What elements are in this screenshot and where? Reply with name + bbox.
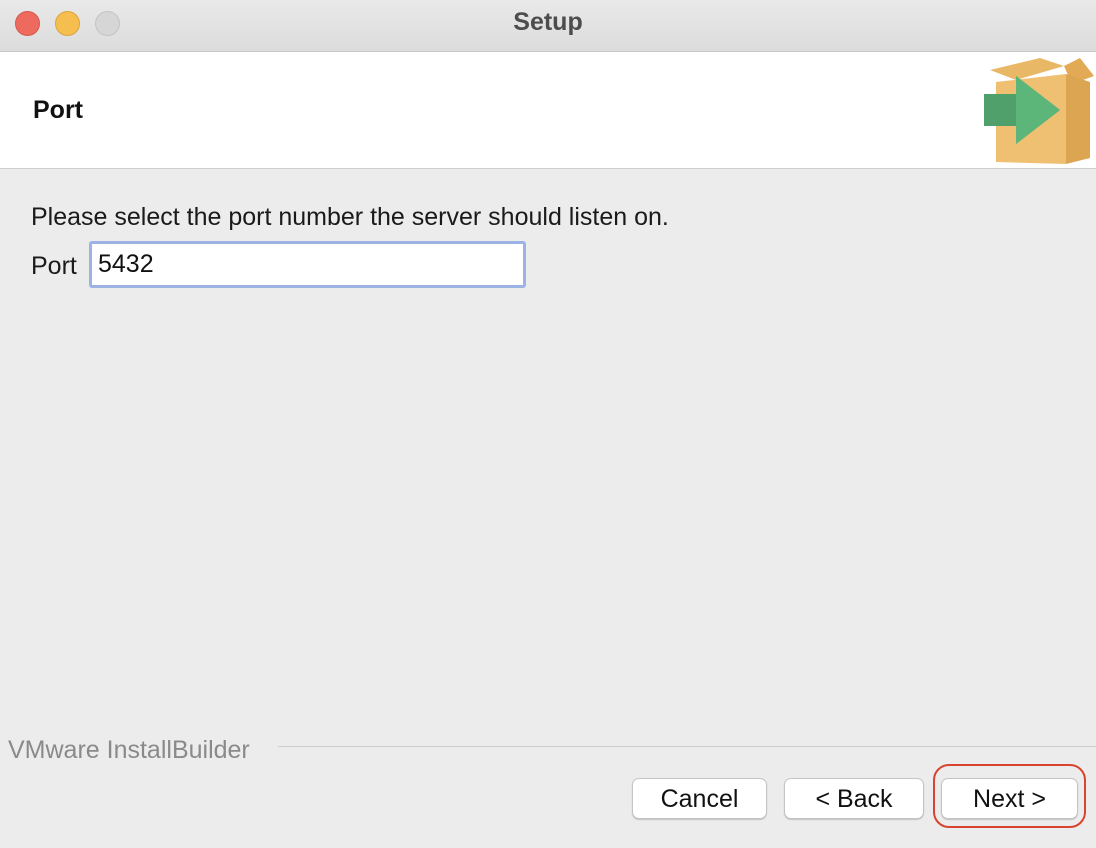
setup-window: Setup Port Please select the port number… (0, 0, 1096, 848)
window-title: Setup (513, 8, 583, 36)
back-button[interactable]: < Back (784, 778, 924, 819)
title-bar: Setup (0, 0, 1096, 52)
page-header: Port (0, 52, 1096, 169)
footer-divider (278, 746, 1096, 747)
instruction-text: Please select the port number the server… (31, 203, 669, 231)
next-button[interactable]: Next > (941, 778, 1078, 819)
package-box-arrow-icon (984, 58, 1094, 164)
cancel-button[interactable]: Cancel (632, 778, 767, 819)
page-title: Port (33, 96, 83, 124)
port-label: Port (31, 252, 77, 280)
port-input[interactable] (89, 241, 526, 288)
installer-brand: VMware InstallBuilder (8, 736, 250, 764)
